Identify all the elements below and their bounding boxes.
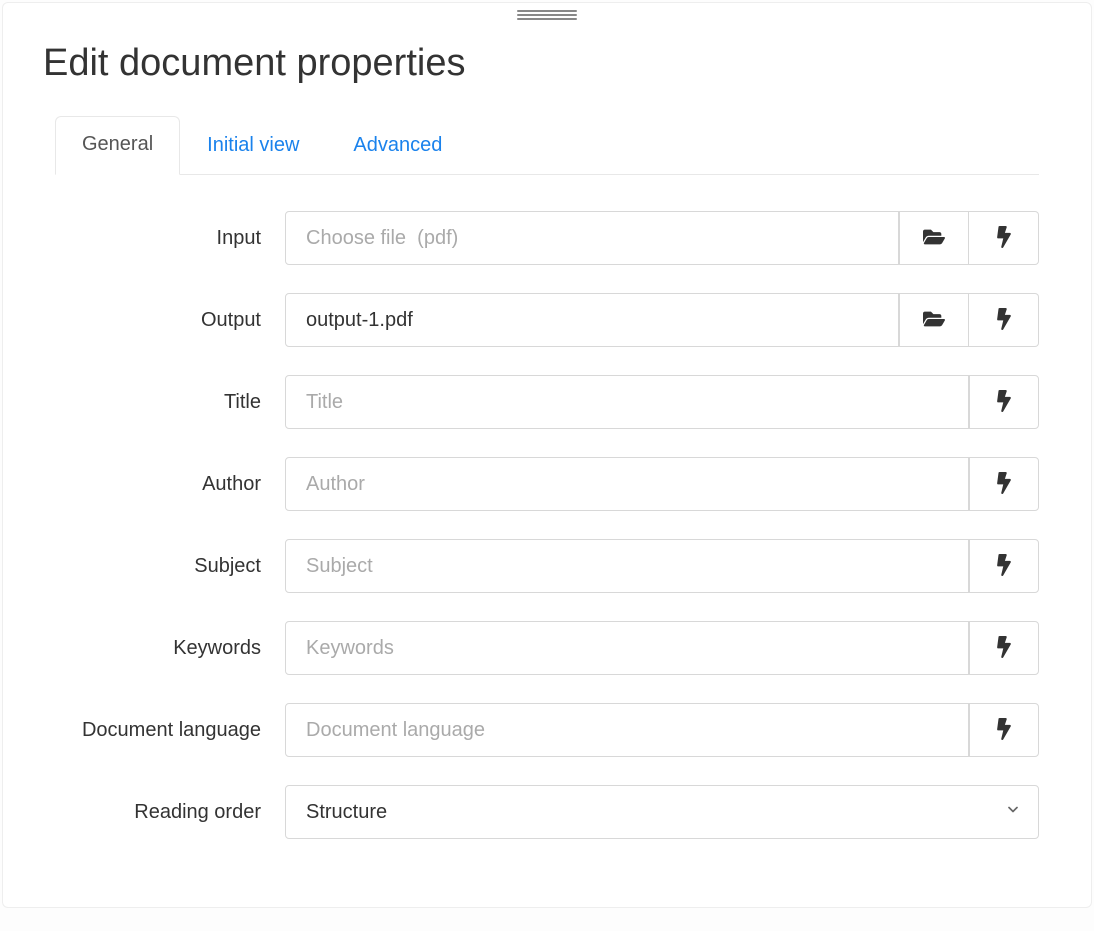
label-output: Output	[55, 309, 285, 332]
bolt-icon	[997, 718, 1011, 743]
tab-general[interactable]: General	[55, 116, 180, 175]
page-title: Edit document properties	[43, 42, 1091, 85]
auto-author-button[interactable]	[969, 457, 1039, 511]
auto-document-language-button[interactable]	[969, 703, 1039, 757]
auto-subject-button[interactable]	[969, 539, 1039, 593]
bolt-icon	[997, 636, 1011, 661]
input-file-field[interactable]	[285, 211, 899, 265]
auto-output-button[interactable]	[969, 293, 1039, 347]
drag-handle[interactable]	[517, 10, 577, 20]
label-reading-order: Reading order	[55, 801, 285, 824]
document-language-field[interactable]	[285, 703, 969, 757]
row-title: Title	[55, 375, 1039, 429]
reading-order-select[interactable]: Structure	[285, 785, 1039, 839]
row-keywords: Keywords	[55, 621, 1039, 675]
bolt-icon	[997, 226, 1011, 251]
browse-output-button[interactable]	[899, 293, 969, 347]
tab-content-general: Input Output	[55, 175, 1039, 839]
bolt-icon	[997, 554, 1011, 579]
label-subject: Subject	[55, 555, 285, 578]
auto-title-button[interactable]	[969, 375, 1039, 429]
auto-keywords-button[interactable]	[969, 621, 1039, 675]
browse-input-button[interactable]	[899, 211, 969, 265]
row-document-language: Document language	[55, 703, 1039, 757]
bolt-icon	[997, 390, 1011, 415]
bolt-icon	[997, 308, 1011, 333]
bolt-icon	[997, 472, 1011, 497]
subject-field[interactable]	[285, 539, 969, 593]
row-subject: Subject	[55, 539, 1039, 593]
label-keywords: Keywords	[55, 637, 285, 660]
tab-initial-view[interactable]: Initial view	[180, 117, 326, 175]
folder-open-icon	[923, 308, 945, 333]
row-input: Input	[55, 211, 1039, 265]
row-output: Output	[55, 293, 1039, 347]
tabs-list: General Initial view Advanced	[55, 115, 1039, 175]
title-field[interactable]	[285, 375, 969, 429]
keywords-field[interactable]	[285, 621, 969, 675]
label-title: Title	[55, 391, 285, 414]
label-document-language: Document language	[55, 719, 285, 742]
label-author: Author	[55, 473, 285, 496]
auto-input-button[interactable]	[969, 211, 1039, 265]
folder-open-icon	[923, 226, 945, 251]
document-properties-card: Edit document properties General Initial…	[2, 2, 1092, 908]
author-field[interactable]	[285, 457, 969, 511]
tab-advanced[interactable]: Advanced	[326, 117, 469, 175]
row-reading-order: Reading order Structure	[55, 785, 1039, 839]
row-author: Author	[55, 457, 1039, 511]
label-input: Input	[55, 227, 285, 250]
output-file-field[interactable]	[285, 293, 899, 347]
